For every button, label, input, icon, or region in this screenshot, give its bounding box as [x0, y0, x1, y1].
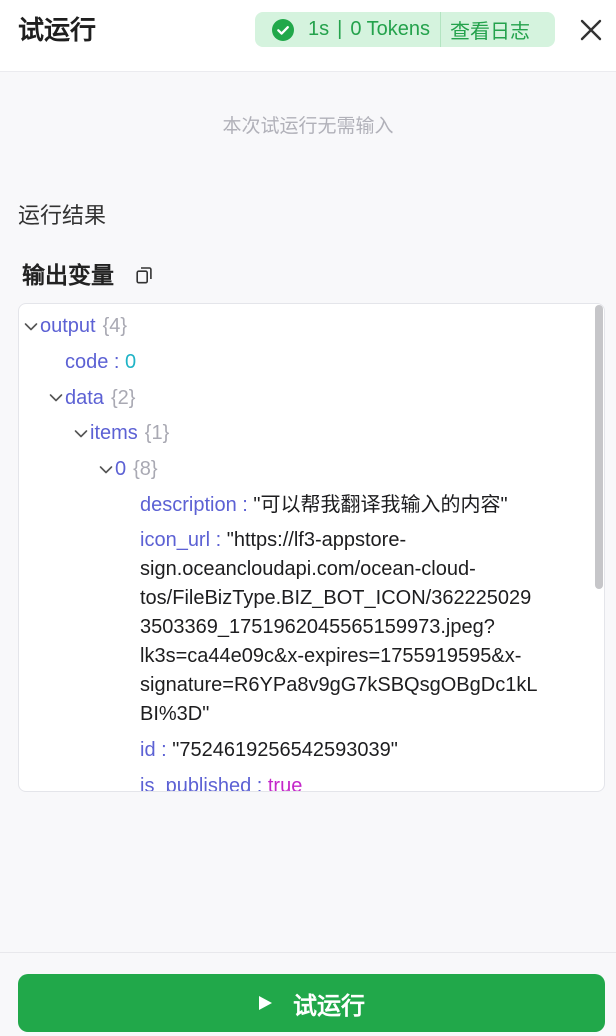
output-variables-label: 输出变量 — [22, 262, 114, 288]
tree-separator: : — [155, 739, 173, 762]
badge-divider — [440, 12, 442, 47]
json-tree: output {4} code : 0 data {2} items {1} 0 {8}… — [19, 304, 604, 792]
tree-row-is-published: is_published : true — [19, 769, 604, 792]
tree-separator: : — [251, 774, 268, 792]
tree-key: code — [65, 351, 109, 374]
output-json-viewer: output {4} code : 0 data {2} items {1} 0 {8}… — [18, 303, 605, 792]
tree-row-code: code : 0 — [19, 345, 604, 381]
tree-row-description: description : "可以帮我翻译我输入的内容" — [19, 487, 604, 523]
no-input-message: 本次试运行无需输入 — [222, 116, 394, 137]
test-run-button[interactable]: 试运行 — [18, 974, 605, 1032]
tree-value-string: "可以帮我翻译我输入的内容" — [253, 493, 508, 516]
chevron-down-icon[interactable] — [49, 391, 63, 405]
tree-value-string-line: 3503369_1751962045565159973.jpeg? — [140, 616, 495, 639]
tree-key: description — [140, 493, 237, 516]
test-run-button-label: 试运行 — [293, 992, 365, 1020]
tree-row-icon-url: icon_url : "https://lf3-appstore- sign.o… — [19, 523, 604, 733]
tree-value-string-line: sign.oceancloudapi.com/ocean-cloud- — [140, 558, 476, 581]
check-circle-icon — [272, 18, 294, 41]
tree-key: icon_url — [140, 529, 211, 552]
tree-child-count: {1} — [144, 422, 170, 445]
play-icon — [259, 996, 272, 1010]
tree-child-count: {4} — [102, 315, 128, 338]
tree-value-string-line: "https://lf3-appstore- — [226, 529, 407, 552]
tree-key: id — [140, 739, 156, 762]
tree-value-string-line: lk3s=ca44e09c&x-expires=1755919595&x- — [140, 645, 522, 668]
chevron-down-icon[interactable] — [99, 463, 113, 477]
tree-key: output — [40, 315, 96, 338]
tree-value-string-line: BI%3D" — [140, 703, 210, 726]
close-icon[interactable] — [580, 19, 602, 41]
panel-title: 试运行 — [18, 15, 97, 45]
header-bar: 试运行 1s | 0 Tokens 查看日志 — [0, 0, 616, 72]
tree-child-count: {8} — [133, 458, 158, 481]
tree-key: 0 — [115, 458, 127, 481]
tree-value-string: "7524619256542593039" — [172, 739, 398, 762]
tree-value-boolean: true — [267, 774, 303, 792]
tree-row-data: data {2} — [19, 380, 604, 416]
tree-row-item-0: 0 {8} — [19, 452, 604, 488]
token-count: 0 Tokens — [350, 18, 431, 40]
run-duration: 1s — [308, 18, 330, 40]
chevron-down-icon[interactable] — [24, 320, 38, 334]
copy-icon[interactable] — [136, 266, 153, 284]
view-log-link[interactable]: 查看日志 — [450, 15, 530, 44]
tree-separator: : — [210, 529, 227, 552]
tree-row-output: output {4} — [19, 309, 604, 345]
badge-separator: | — [337, 18, 343, 40]
tree-child-count: {2} — [110, 386, 136, 409]
tree-row-id: id : "7524619256542593039" — [19, 733, 604, 769]
tree-row-items: items {1} — [19, 416, 604, 452]
tree-value-string-line: signature=R6YPa8v9gG7kSBQsgOBgDc1kL — [140, 674, 538, 697]
tree-separator: : — [236, 493, 254, 516]
tree-key: data — [65, 386, 104, 409]
tree-value-number: 0 — [125, 351, 137, 374]
run-stats-badge: 1s | 0 Tokens 查看日志 — [255, 12, 555, 47]
tree-value-string-line: tos/FileBizType.BIZ_BOT_ICON/362225029 — [140, 587, 532, 610]
tree-separator: : — [108, 351, 126, 374]
result-section-title: 运行结果 — [18, 203, 107, 228]
scrollbar-thumb[interactable] — [595, 305, 603, 589]
tree-key: is_published — [140, 774, 252, 792]
tree-key: items — [90, 422, 138, 445]
chevron-down-icon[interactable] — [74, 427, 88, 441]
